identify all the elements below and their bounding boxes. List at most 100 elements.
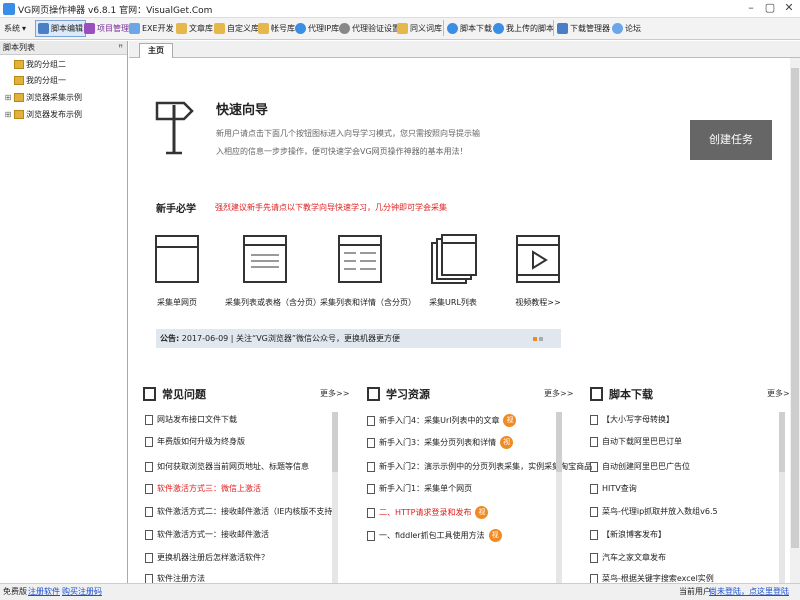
faq-item[interactable]: 软件激活方式三：微信上激活 xyxy=(145,483,261,494)
faq-item[interactable]: 更换机器注册后怎样激活软件？ xyxy=(145,552,269,563)
proxy-ip-button[interactable]: 代理IP库 xyxy=(295,20,339,37)
learn-item[interactable]: 新手入门3：采集分页列表和详情视 xyxy=(367,436,514,449)
learn-scrollbar[interactable] xyxy=(556,412,562,583)
script-item[interactable]: HITV查询 xyxy=(590,483,637,494)
feature-single-page[interactable]: 采集单网页 xyxy=(137,233,217,308)
faq-item[interactable]: 如何获取浏览器当前网页地址、标题等信息 xyxy=(145,461,309,472)
learn-item-text: 二、HTTP请求登录和发布 xyxy=(379,508,472,517)
learn-more-link[interactable]: 更多>> xyxy=(544,388,573,399)
faq-item[interactable]: 软件激活方式二：接收邮件激活（IE内核版不支持） xyxy=(145,506,340,517)
faq-more-link[interactable]: 更多>> xyxy=(320,388,349,399)
doc-icon xyxy=(145,506,153,517)
script-edit-button[interactable]: 脚本编辑 xyxy=(35,20,86,37)
script-item[interactable]: 自动创建阿里巴巴广告位 xyxy=(590,461,690,472)
scripts-scrollbar[interactable] xyxy=(779,412,785,583)
learn-item[interactable]: 新手入门4：采集Url列表中的文章视 xyxy=(367,414,517,427)
pin-icon[interactable]: ꟸ xyxy=(118,41,123,55)
tab-home[interactable]: 主页 xyxy=(139,43,173,58)
script-download-button[interactable]: 脚本下载 xyxy=(447,20,492,37)
learn-item[interactable]: 新手入门1：采集单个网页 xyxy=(367,483,472,494)
script-edit-label: 脚本编辑 xyxy=(51,24,83,33)
script-item[interactable]: 汽车之家文章发布 xyxy=(590,552,666,563)
url-list-icon xyxy=(431,234,477,284)
expand-icon[interactable]: ⊞ xyxy=(4,110,12,119)
chevron-down-icon: ▾ xyxy=(22,24,27,33)
folder-icon xyxy=(14,60,24,69)
download-manager-button[interactable]: 下载管理器 xyxy=(557,20,610,37)
panel-title: 脚本列表 xyxy=(3,43,35,52)
notice-bar[interactable]: 公告: 2017-06-09 | 关注“VG浏览器”微信公众号，更换机器更方便 xyxy=(156,329,561,348)
scripts-title-label: 脚本下载 xyxy=(609,388,653,401)
synonym-lib-button[interactable]: 同义词库 xyxy=(397,20,442,37)
tree-item[interactable]: 我的分组二 xyxy=(4,59,66,70)
minimize-icon[interactable]: – xyxy=(742,1,760,15)
register-link[interactable]: 注册软件 xyxy=(28,584,60,600)
maximize-icon[interactable]: ▢ xyxy=(761,1,779,15)
create-task-button[interactable]: 创建任务 xyxy=(690,120,772,160)
carousel-dot[interactable] xyxy=(533,337,537,341)
carousel-dot[interactable] xyxy=(539,337,543,341)
text-lib-button[interactable]: 文章库 xyxy=(176,20,213,37)
signpost-icon xyxy=(155,101,194,155)
proxy-verify-label: 代理验证设置 xyxy=(352,24,400,33)
system-menu[interactable]: 系统 ▾ xyxy=(4,20,26,37)
faq-item[interactable]: 网站发布接口文件下载 xyxy=(145,414,237,425)
forum-button[interactable]: 论坛 xyxy=(612,20,641,37)
faq-item-text: 网站发布接口文件下载 xyxy=(157,415,237,424)
my-uploaded-button[interactable]: 我上传的脚本 xyxy=(493,20,554,37)
doc-icon xyxy=(367,415,375,426)
guide-description: 新用户请点击下面几个按钮图标进入向导学习模式，您只需按照向导提示输入相应的信息一… xyxy=(216,129,480,156)
faq-title-label: 常见问题 xyxy=(162,388,206,401)
faq-item-text: 软件激活方式一：接收邮件激活 xyxy=(157,530,269,539)
learn-item[interactable]: 一、fiddler抓包工具使用方法视 xyxy=(367,529,502,542)
faq-scrollbar[interactable] xyxy=(332,412,338,583)
feature-label: 采集列表和详情（含分页） xyxy=(320,298,416,307)
scroll-thumb[interactable] xyxy=(332,412,338,472)
script-item[interactable]: 自动下载阿里巴巴订单 xyxy=(590,436,682,447)
login-link[interactable]: 尚未登陆，点这里登陆 xyxy=(709,584,789,600)
doc-icon xyxy=(145,414,153,425)
learn-item-text: 新手入门3：采集分页列表和详情 xyxy=(379,438,497,447)
proxy-verify-button[interactable]: 代理验证设置 xyxy=(339,20,400,37)
carousel-dots xyxy=(533,337,543,341)
close-icon[interactable]: ✕ xyxy=(780,1,798,15)
text-lib-icon xyxy=(176,23,187,34)
scroll-thumb[interactable] xyxy=(791,68,799,548)
doc-icon xyxy=(590,529,598,540)
scroll-thumb[interactable] xyxy=(556,412,562,472)
learn-item[interactable]: 二、HTTP请求登录和发布视 xyxy=(367,506,489,519)
synonym-lib-label: 同义词库 xyxy=(410,24,442,33)
script-item-text: 菜鸟-代理ip抓取并放入数组v6.5 xyxy=(602,507,718,516)
feature-list-table[interactable]: 采集列表或表格（含分页） xyxy=(225,233,321,308)
main-scrollbar[interactable] xyxy=(790,58,800,583)
feature-label: 采集URL列表 xyxy=(429,298,477,307)
feature-list-detail[interactable]: 采集列表和详情（含分页） xyxy=(320,233,416,308)
expand-icon[interactable]: ⊞ xyxy=(4,93,12,102)
script-item[interactable]: 【大小写字母转换】 xyxy=(590,414,674,425)
newbie-note: 强烈建议新手先请点以下教学向导快速学习，几分钟即可学会采集 xyxy=(215,203,447,212)
script-item-text: 汽车之家文章发布 xyxy=(602,553,666,562)
faq-item[interactable]: 软件注册方法 xyxy=(145,573,205,583)
script-item[interactable]: 菜鸟-代理ip抓取并放入数组v6.5 xyxy=(590,506,718,517)
learn-section-title: 学习资源 xyxy=(367,386,430,402)
exe-dev-button[interactable]: EXE开发 xyxy=(129,20,174,37)
scroll-thumb[interactable] xyxy=(779,412,785,472)
tree-item[interactable]: ⊞ 浏览器采集示例 xyxy=(4,92,82,103)
panel-header: 脚本列表 ꟸ xyxy=(0,41,127,55)
script-item[interactable]: 菜鸟-根据关键字搜索excel实例 xyxy=(590,573,714,583)
faq-item-text: 如何获取浏览器当前网页地址、标题等信息 xyxy=(157,462,309,471)
tree-item[interactable]: 我的分组一 xyxy=(4,75,66,86)
exe-dev-icon xyxy=(129,23,140,34)
guide-title: 快速向导 xyxy=(216,103,269,118)
feature-url-list[interactable]: 采集URL列表 xyxy=(413,233,493,308)
project-mgmt-button[interactable]: 项目管理 xyxy=(84,20,129,37)
faq-item[interactable]: 软件激活方式一：接收邮件激活 xyxy=(145,529,269,540)
script-item[interactable]: 【新浪博客发布】 xyxy=(590,529,666,540)
account-lib-button[interactable]: 帐号库 xyxy=(258,20,295,37)
custom-lib-button[interactable]: 自定义库 xyxy=(214,20,259,37)
tree-item[interactable]: ⊞ 浏览器发布示例 xyxy=(4,109,82,120)
app-icon xyxy=(3,3,15,15)
feature-video-tutorial[interactable]: 视频教程>> xyxy=(498,233,578,308)
buy-code-link[interactable]: 购买注册码 xyxy=(62,584,102,600)
faq-item[interactable]: 年费版如何升级为终身版 xyxy=(145,436,245,447)
